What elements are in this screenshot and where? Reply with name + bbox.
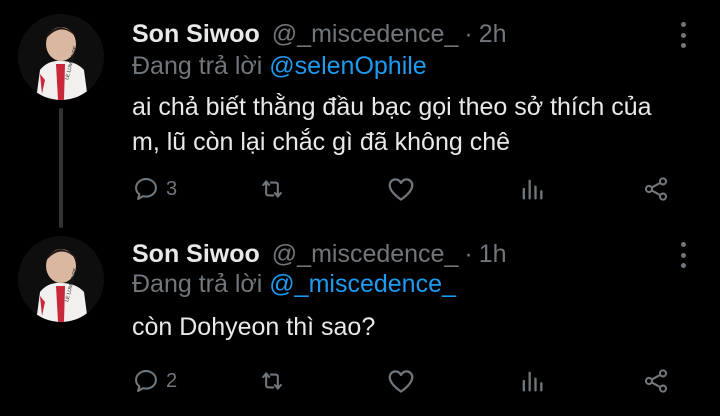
avatar-photo: LE LUMINAIRE [18, 236, 104, 322]
share-icon [644, 177, 668, 201]
tweet-text-line: còn Dohyeon thì sao? [132, 313, 376, 341]
more-icon[interactable] [672, 242, 694, 268]
reply-count: 2 [166, 369, 178, 392]
action-bar: 3 [132, 174, 690, 204]
reply-icon [135, 178, 157, 200]
timestamp[interactable]: 1h [479, 240, 507, 269]
tweet[interactable]: LE LUMINAIRE Son Siwoo @_miscedence_ · 1… [0, 226, 720, 416]
reply-context: Đang trả lời @selenOphile [132, 52, 427, 82]
like-icon [388, 178, 414, 201]
share-button[interactable] [642, 366, 670, 396]
author-name[interactable]: Son Siwoo [132, 20, 260, 49]
reply-count: 3 [166, 177, 178, 200]
share-icon [644, 369, 668, 393]
retweet-icon [262, 372, 282, 390]
reply-icon [135, 370, 157, 392]
author-handle[interactable]: @_miscedence_ [272, 20, 459, 49]
avatar-photo: LE LUMINAIRE [18, 14, 104, 100]
reply-context: Đang trả lời @_miscedence_ [132, 270, 456, 300]
separator: · [464, 19, 473, 48]
like-icon [388, 370, 414, 393]
tweet-text: còn Dohyeon thì sao? [132, 310, 692, 345]
reply-mention[interactable]: @selenOphile [269, 52, 426, 80]
thread-line [59, 108, 63, 228]
analytics-button[interactable] [518, 366, 546, 396]
tweet[interactable]: LE LUMINAIRE Son Siwoo @_miscedence_ · 2… [0, 0, 720, 228]
retweet-button[interactable] [258, 366, 286, 396]
tweet-text-line: ai chả biết thằng đầu bạc gọi theo sở th… [132, 93, 652, 121]
avatar[interactable]: LE LUMINAIRE [18, 236, 104, 322]
reply-prefix: Đang trả lời [132, 52, 263, 80]
tweet-header: Son Siwoo @_miscedence_ · 2h [132, 18, 700, 50]
avatar[interactable]: LE LUMINAIRE [18, 14, 104, 100]
timestamp[interactable]: 2h [479, 20, 507, 49]
tweet-text-line: m, lũ còn lại chắc gì đã không chê [132, 128, 511, 156]
retweet-icon [262, 180, 282, 198]
like-button[interactable] [386, 174, 416, 204]
tweet-header: Son Siwoo @_miscedence_ · 1h [132, 238, 700, 270]
reply-button[interactable]: 2 [132, 366, 177, 396]
action-bar: 2 [132, 366, 690, 396]
reply-mention[interactable]: @_miscedence_ [269, 270, 456, 298]
tweet-text: ai chả biết thằng đầu bạc gọi theo sở th… [132, 90, 692, 160]
separator: · [464, 239, 473, 268]
like-button[interactable] [386, 366, 416, 396]
share-button[interactable] [642, 174, 670, 204]
author-name[interactable]: Son Siwoo [132, 240, 260, 269]
author-handle[interactable]: @_miscedence_ [272, 240, 459, 269]
analytics-button[interactable] [518, 174, 546, 204]
reply-button[interactable]: 3 [132, 174, 177, 204]
more-icon[interactable] [672, 22, 694, 48]
retweet-button[interactable] [258, 174, 286, 204]
reply-prefix: Đang trả lời [132, 270, 263, 298]
analytics-icon [522, 371, 543, 392]
analytics-icon [522, 179, 543, 200]
